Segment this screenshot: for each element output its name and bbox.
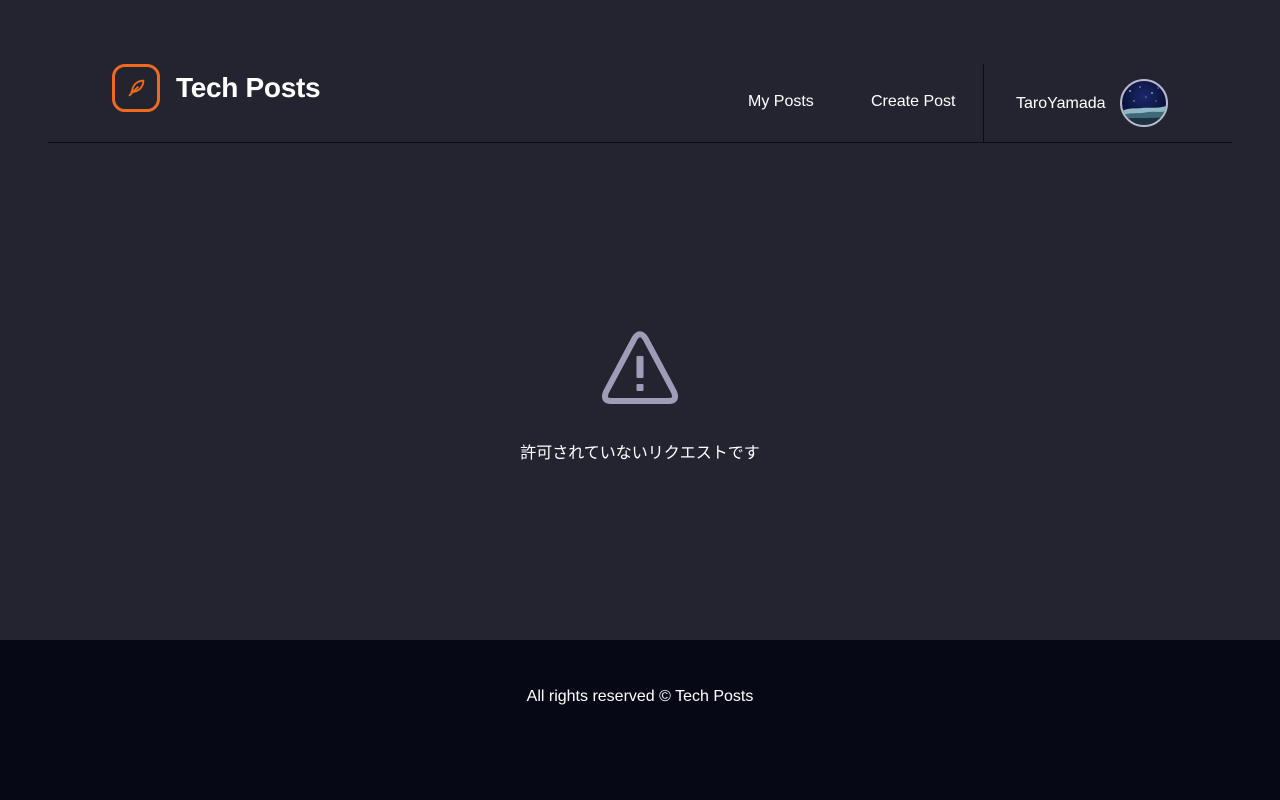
brand-name: Tech Posts (176, 72, 321, 103)
footer-copyright: All rights reserved © Tech Posts (526, 688, 754, 705)
avatar-image (1122, 86, 1166, 125)
feather-icon (112, 64, 160, 112)
main-area: Tech Posts My Posts Create Post TaroYama… (0, 0, 1280, 640)
brand-link[interactable]: Tech Posts (112, 64, 321, 112)
nav-my-posts[interactable]: My Posts (748, 92, 814, 112)
error-block: 許可されていないリクエストです (0, 330, 1280, 464)
nav-divider (983, 64, 984, 142)
warning-icon (0, 330, 1280, 406)
nav-create-post[interactable]: Create Post (871, 92, 955, 112)
avatar[interactable] (1120, 79, 1168, 127)
header: Tech Posts My Posts Create Post TaroYama… (48, 0, 1232, 143)
footer (0, 640, 1280, 800)
page: Tech Posts My Posts Create Post TaroYama… (0, 0, 1280, 800)
user-name: TaroYamada (1016, 95, 1106, 112)
error-message: 許可されていないリクエストです (520, 445, 760, 462)
